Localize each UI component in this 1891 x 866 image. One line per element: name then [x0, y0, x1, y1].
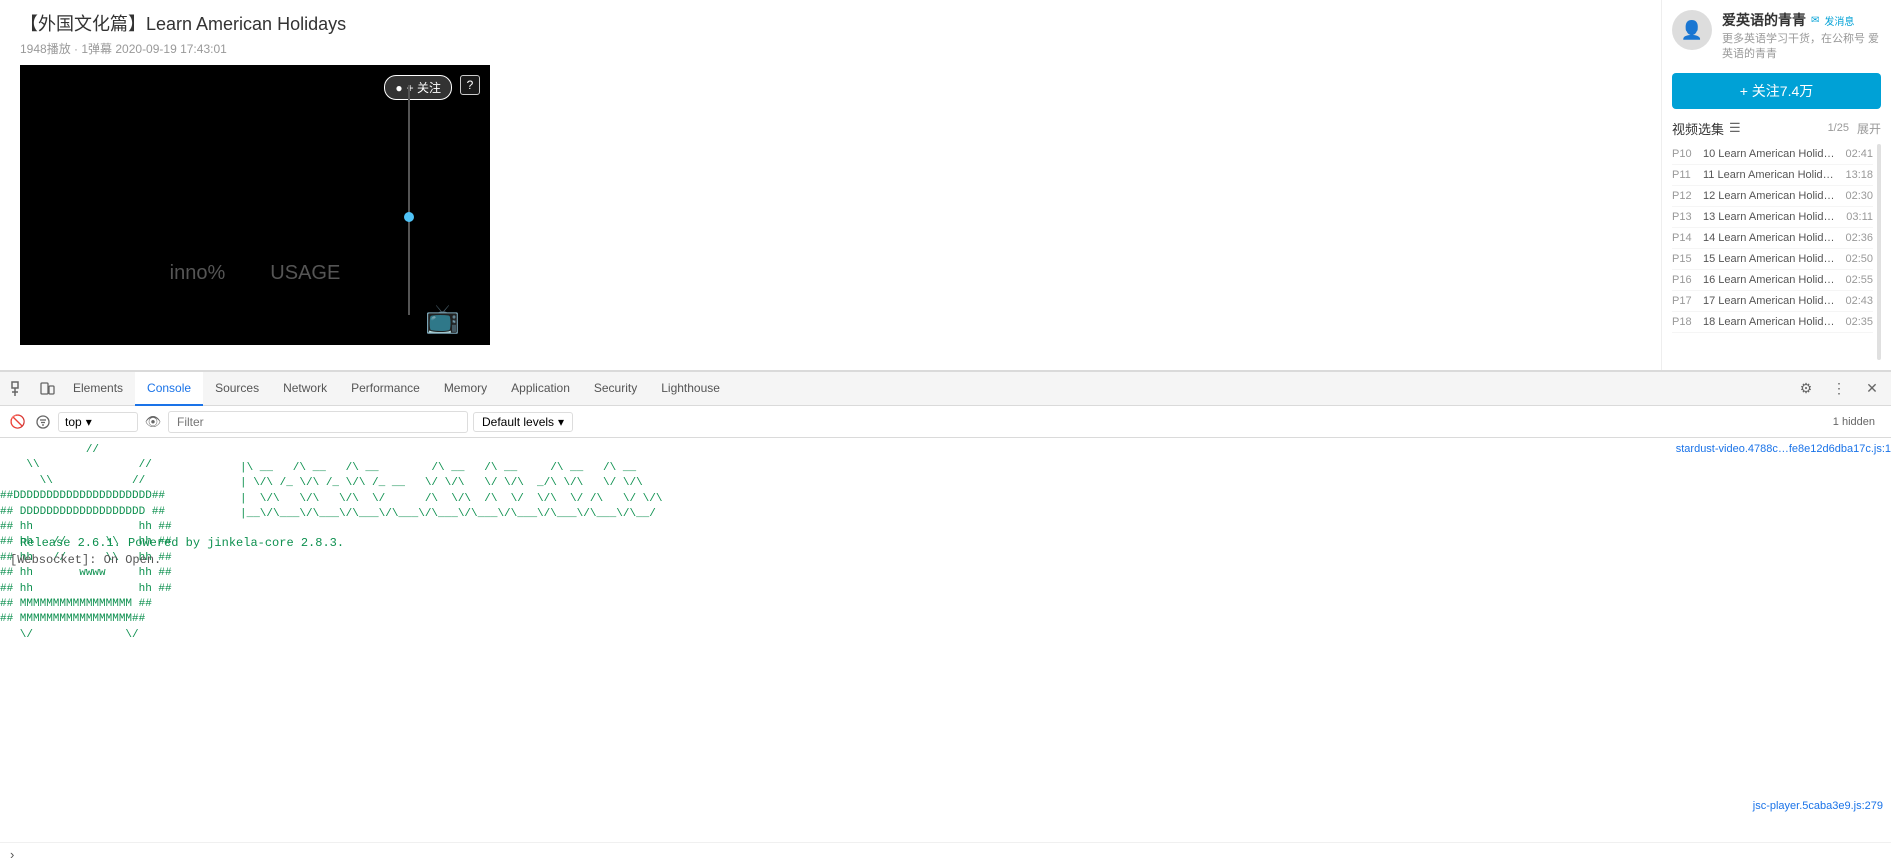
author-name: 爱英语的青青: [1722, 10, 1806, 30]
playlist-item[interactable]: P11 11 Learn American Holidays fourth of…: [1672, 165, 1873, 186]
websocket-message: [Websocket]: On Open.: [0, 551, 1676, 569]
playlist-item[interactable]: P15 15 Learn American Holidays kwanza...…: [1672, 249, 1873, 270]
video-progress-bar[interactable]: [408, 85, 410, 315]
devtools-tab-security[interactable]: Security: [582, 372, 649, 406]
author-info: 爱英语的青青 ✉ 发消息 更多英语学习干货，在公称号 爱英语的青青: [1722, 10, 1881, 63]
video-meta: 1948播放 · 1弹幕 2020-09-19 17:43:01: [20, 40, 1641, 57]
source-link-1[interactable]: stardust-video.4788c…fe8e12d6dba17c.js:1: [1676, 443, 1891, 455]
console-input[interactable]: [19, 848, 1881, 862]
follow-small-button[interactable]: ● + 关注: [384, 75, 452, 100]
right-links-panel: stardust-video.4788c…fe8e12d6dba17c.js:1…: [1676, 438, 1891, 842]
levels-select[interactable]: Default levels ▾: [473, 412, 573, 432]
context-select[interactable]: top ▾: [58, 412, 138, 432]
clear-console-icon[interactable]: 🚫: [8, 412, 28, 432]
eye-icon[interactable]: 👁: [143, 412, 163, 432]
filter-icon[interactable]: [33, 412, 53, 432]
devtools-tab-lighthouse[interactable]: Lighthouse: [649, 372, 732, 406]
expand-button[interactable]: 展开: [1857, 120, 1881, 137]
video-title: 【外国文化篇】Learn American Holidays: [20, 10, 1641, 36]
playlist-count: 1/25: [1828, 122, 1849, 134]
devtools-tabs: ElementsConsoleSourcesNetworkPerformance…: [0, 372, 1891, 406]
tv-icon[interactable]: 📺: [425, 302, 460, 335]
devtools-tab-sources[interactable]: Sources: [203, 372, 271, 406]
playlist-items: P10 10 Learn American Holidays father s.…: [1672, 144, 1873, 360]
message-label[interactable]: 发消息: [1824, 13, 1854, 28]
console-input-row: ›: [0, 842, 1891, 866]
playlist-scrollbar[interactable]: [1877, 144, 1881, 360]
devtools-tab-memory[interactable]: Memory: [432, 372, 499, 406]
console-prompt: ›: [10, 847, 14, 862]
source-link-2[interactable]: jsc-player.5caba3e9.js:279: [1753, 800, 1883, 812]
console-toolbar: 🚫 top ▾ 👁 Default levels ▾ 1 hidden: [0, 406, 1891, 438]
progress-dot: [404, 212, 414, 222]
close-devtools-icon[interactable]: ✕: [1858, 375, 1886, 403]
playlist-item[interactable]: P12 12 Learn American Holidays ground...…: [1672, 186, 1873, 207]
console-left-panel: // \\ // \\ // ##DDDDDDDDDDDDDDDDDDDDD##…: [0, 438, 1676, 842]
hidden-count-badge: 1 hidden: [1833, 416, 1875, 428]
playlist-item[interactable]: P13 13 Learn American Holidays hallowe..…: [1672, 207, 1873, 228]
author-desc: 更多英语学习干货，在公称号 爱英语的青青: [1722, 32, 1881, 63]
devtools-tab-performance[interactable]: Performance: [339, 372, 432, 406]
release-text: Release 2.6.1. Powered by jinkela-core 2…: [10, 534, 354, 552]
playlist-item[interactable]: P14 14 Learn American Holidays hanukk...…: [1672, 228, 1873, 249]
playlist-item[interactable]: P10 10 Learn American Holidays father s.…: [1672, 144, 1873, 165]
author-section: 👤 爱英语的青青 ✉ 发消息 更多英语学习干货，在公称号 爱英语的青青: [1672, 10, 1881, 63]
video-section: 【外国文化篇】Learn American Holidays 1948播放 · …: [0, 0, 1661, 370]
playlist-title: 视频选集 ☰: [1672, 119, 1741, 138]
device-toolbar-icon[interactable]: [33, 372, 61, 406]
inspect-element-icon[interactable]: [5, 372, 33, 406]
avatar: 👤: [1672, 10, 1712, 50]
right-sidebar: 👤 爱英语的青青 ✉ 发消息 更多英语学习干货，在公称号 爱英语的青青 + 关注…: [1661, 0, 1891, 370]
devtools-tab-application[interactable]: Application: [499, 372, 582, 406]
devtools-tab-network[interactable]: Network: [271, 372, 339, 406]
more-tools-icon[interactable]: ⋮: [1825, 375, 1853, 403]
video-player[interactable]: ● + 关注 ? inno% USAGE 📺: [20, 65, 490, 345]
settings-icon[interactable]: ⚙: [1792, 375, 1820, 403]
author-badge[interactable]: ✉: [1811, 15, 1819, 26]
playlist-item[interactable]: P18 18 Learn American Holidays memori...…: [1672, 312, 1873, 333]
filter-input[interactable]: [168, 411, 468, 433]
playlist-header: 视频选集 ☰ 1/25 展开: [1672, 119, 1881, 138]
console-output: // \\ // \\ // ##DDDDDDDDDDDDDDDDDDDDD##…: [0, 438, 1891, 842]
playlist-item[interactable]: P17 17 Learn American Holidays martin l.…: [1672, 291, 1873, 312]
video-watermark: inno% USAGE: [170, 262, 341, 285]
follow-button[interactable]: + 关注7.4万: [1672, 73, 1881, 109]
help-icon[interactable]: ?: [460, 75, 480, 95]
devtools-tab-console[interactable]: Console: [135, 372, 203, 406]
ascii-art-right: |\ __ /\ __ /\ __ /\ __ /\ __ /\ __ /\ _…: [240, 461, 1676, 523]
playlist-view-icon[interactable]: ☰: [1729, 120, 1741, 136]
devtools-tab-elements[interactable]: Elements: [61, 372, 135, 406]
playlist-item[interactable]: P16 16 Learn American Holidays labor d..…: [1672, 270, 1873, 291]
devtools-panel: ElementsConsoleSourcesNetworkPerformance…: [0, 370, 1891, 866]
